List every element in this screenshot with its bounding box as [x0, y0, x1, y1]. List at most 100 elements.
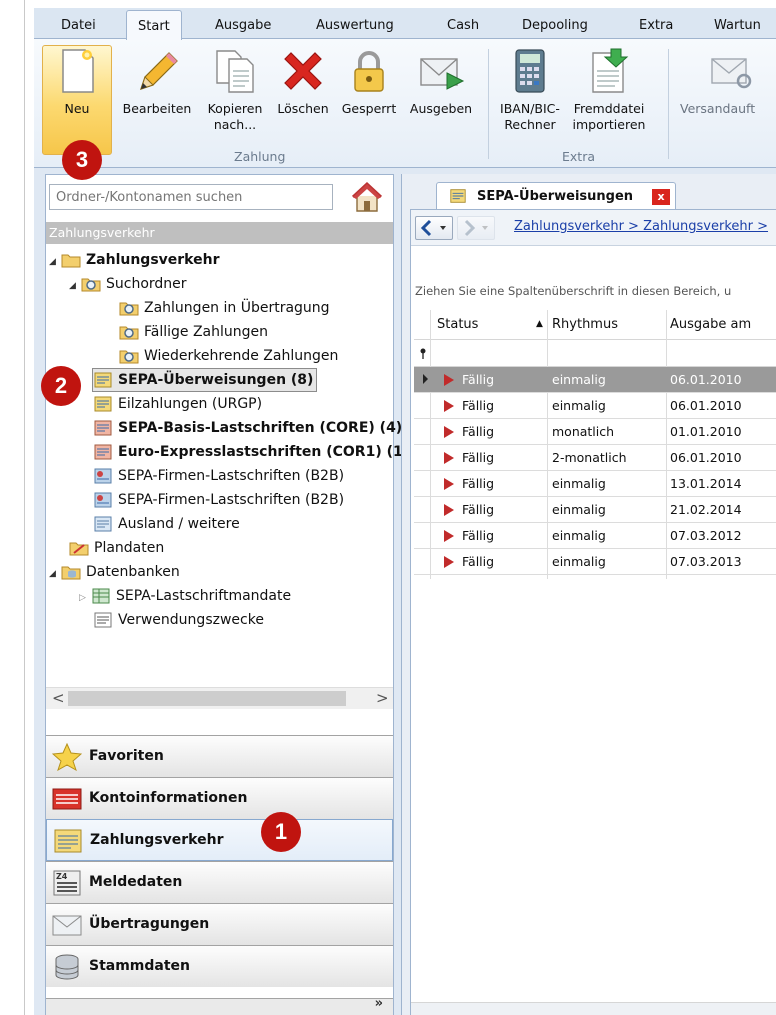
column-header-ausgabe-am[interactable]: Ausgabe am [670, 317, 751, 332]
table-row[interactable]: Fällig monatlich 01.01.2010 [414, 419, 776, 445]
menu-bar: Datei Start Ausgabe Auswertung Cash Depo… [34, 8, 776, 40]
nav-stammdaten[interactable]: Stammdaten [46, 945, 393, 987]
sort-ascending-icon: ▲ [536, 319, 543, 329]
debit-form-icon [94, 420, 112, 436]
collapse-triangle-icon[interactable]: ◢ [49, 562, 61, 586]
tree-item-sepa-firmen-lastschriften[interactable]: SEPA-Firmen-Lastschriften (B2B) [93, 488, 344, 512]
folder-search-input[interactable] [49, 184, 333, 210]
collapse-triangle-icon[interactable]: ◢ [49, 250, 61, 274]
tab-auswertung[interactable]: Auswertung [316, 18, 394, 33]
close-tab-icon[interactable]: x [652, 189, 670, 205]
collapse-triangle-icon[interactable]: ◢ [69, 274, 81, 298]
ausgeben-button[interactable]: Ausgeben [403, 47, 479, 117]
tree-item-zahlungsverkehr[interactable]: ◢ Zahlungsverkehr [49, 248, 219, 272]
tree-item-eilzahlungen[interactable]: Eilzahlungen (URGP) [93, 392, 262, 416]
tree-item-verwendungszwecke[interactable]: Verwendungszwecke [93, 608, 264, 632]
tab-ausgabe[interactable]: Ausgabe [215, 18, 271, 33]
iban-rechner-button[interactable]: IBAN/BIC- Rechner [492, 47, 568, 133]
neu-button[interactable]: Neu [48, 47, 106, 117]
tree-item-sepa-basis-lastschriften[interactable]: SEPA-Basis-Lastschriften (CORE) (4) [93, 416, 402, 440]
ribbon-group-label-extra: Extra [562, 149, 595, 164]
calculator-icon [515, 49, 545, 93]
tree-item-euro-expresslastschriften[interactable]: Euro-Expresslastschriften (COR1) (1 [93, 440, 403, 464]
tab-wartung[interactable]: Wartun [714, 18, 761, 33]
table-row[interactable]: Fällig einmalig 13.01.2014 [414, 471, 776, 497]
nav-uebertragungen[interactable]: Übertragungen [46, 903, 393, 945]
report-data-icon: Z4 [53, 870, 81, 896]
tree-item-suchordner[interactable]: ◢ Suchordner [69, 272, 187, 296]
business-debit-icon [94, 468, 112, 484]
tree-horizontal-scrollbar[interactable]: < > [46, 687, 393, 709]
tree-item-faellige-zahlungen[interactable]: Fällige Zahlungen [119, 320, 268, 344]
tree-item-sepa-lastschriftmandate[interactable]: ▷ SEPA-Lastschriftmandate [79, 584, 291, 608]
status-due-icon [444, 478, 454, 490]
status-due-icon [444, 400, 454, 412]
document-body: Zahlungsverkehr > Zahlungsverkehr > Zieh… [410, 209, 776, 1015]
folder-icon [61, 254, 81, 268]
table-row[interactable]: Fällig einmalig 06.01.2010 [414, 367, 776, 393]
tree-item-ausland-weitere[interactable]: Ausland / weitere [93, 512, 240, 536]
import-file-icon [592, 48, 629, 93]
status-due-icon [444, 530, 454, 542]
forward-button[interactable] [457, 216, 495, 240]
filter-row[interactable] [414, 340, 776, 367]
tab-depooling[interactable]: Depooling [522, 18, 588, 33]
document-tab-sepa-ueberweisungen[interactable]: SEPA-Überweisungen x [436, 182, 676, 210]
tree-item-sepa-firmen-lastschriften[interactable]: SEPA-Firmen-Lastschriften (B2B) [93, 464, 344, 488]
tree-item-sepa-ueberweisungen[interactable]: SEPA-Überweisungen (8) [92, 368, 318, 392]
tree-item-datenbanken[interactable]: ◢ Datenbanken [49, 560, 180, 584]
tab-extra[interactable]: Extra [639, 18, 673, 33]
scroll-left-icon[interactable]: < [52, 689, 65, 707]
tree-item-plandaten[interactable]: Plandaten [69, 536, 164, 560]
column-header-status[interactable]: Status [437, 317, 478, 332]
table-row[interactable]: Fällig einmalig 07.03.2013 [414, 549, 776, 575]
tree-item-zahlungen-in-uebertragung[interactable]: Zahlungen in Übertragung [119, 296, 330, 320]
scrollbar-thumb[interactable] [68, 691, 346, 706]
table-row[interactable]: Fällig 2-monatlich 06.01.2010 [414, 445, 776, 471]
filter-pin-icon [420, 348, 426, 359]
window-frame-line [24, 0, 25, 1015]
status-due-icon [444, 556, 454, 568]
nav-favoriten[interactable]: Favoriten [46, 735, 393, 777]
pane-header: Zahlungsverkehr [46, 222, 393, 244]
fremddatei-importieren-button[interactable]: Fremddatei importieren [569, 47, 649, 133]
payment-form-icon [54, 829, 82, 853]
tree-item-wiederkehrende-zahlungen[interactable]: Wiederkehrende Zahlungen [119, 344, 338, 368]
table-row[interactable]: Fällig einmalig 06.01.2010 [414, 393, 776, 419]
nav-kontoinformationen[interactable]: Kontoinformationen [46, 777, 393, 819]
house-icon[interactable] [350, 180, 384, 214]
kopieren-button[interactable]: Kopieren nach... [200, 47, 270, 133]
database-folder-icon [61, 566, 81, 580]
plan-data-icon [69, 542, 89, 556]
search-folder-icon [119, 326, 139, 340]
configure-buttons-chevron-icon[interactable]: » [375, 996, 383, 1011]
status-due-icon [444, 426, 454, 438]
table-row[interactable]: Fällig einmalig 07.03.2012 [414, 523, 776, 549]
account-info-icon [52, 788, 82, 810]
status-due-icon [444, 504, 454, 516]
bearbeiten-button[interactable]: Bearbeiten [116, 47, 198, 117]
versandauftrag-button[interactable]: Versandauft [680, 47, 776, 117]
nav-zahlungsverkehr[interactable]: Zahlungsverkehr [46, 819, 393, 861]
tab-datei[interactable]: Datei [61, 18, 96, 33]
back-button[interactable] [415, 216, 453, 240]
grid-header: Status ▲ Rhythmus Ausgabe am [414, 310, 776, 340]
tab-start[interactable]: Start [126, 10, 182, 40]
breadcrumb[interactable]: Zahlungsverkehr > Zahlungsverkehr > [514, 219, 768, 234]
star-icon [52, 743, 82, 771]
scroll-right-icon[interactable]: > [376, 689, 389, 707]
expand-triangle-icon[interactable]: ▷ [79, 586, 91, 610]
loeschen-button[interactable]: Löschen [270, 47, 336, 117]
tab-cash[interactable]: Cash [447, 18, 479, 33]
column-header-rhythmus[interactable]: Rhythmus [552, 317, 618, 332]
gesperrt-button[interactable]: Gesperrt [337, 47, 401, 117]
delete-x-icon [284, 52, 322, 90]
grid-footer [411, 1002, 776, 1015]
nav-pane-footer[interactable]: » [46, 996, 393, 1015]
ribbon: Neu Bearbeiten Kopieren nach... Löschen … [34, 38, 776, 168]
padlock-icon [354, 51, 384, 92]
nav-meldedaten[interactable]: Z4 Meldedaten [46, 861, 393, 903]
table-row[interactable]: Fällig einmalig 21.02.2014 [414, 497, 776, 523]
search-folder-icon [119, 302, 139, 316]
transfer-form-icon [94, 372, 112, 388]
